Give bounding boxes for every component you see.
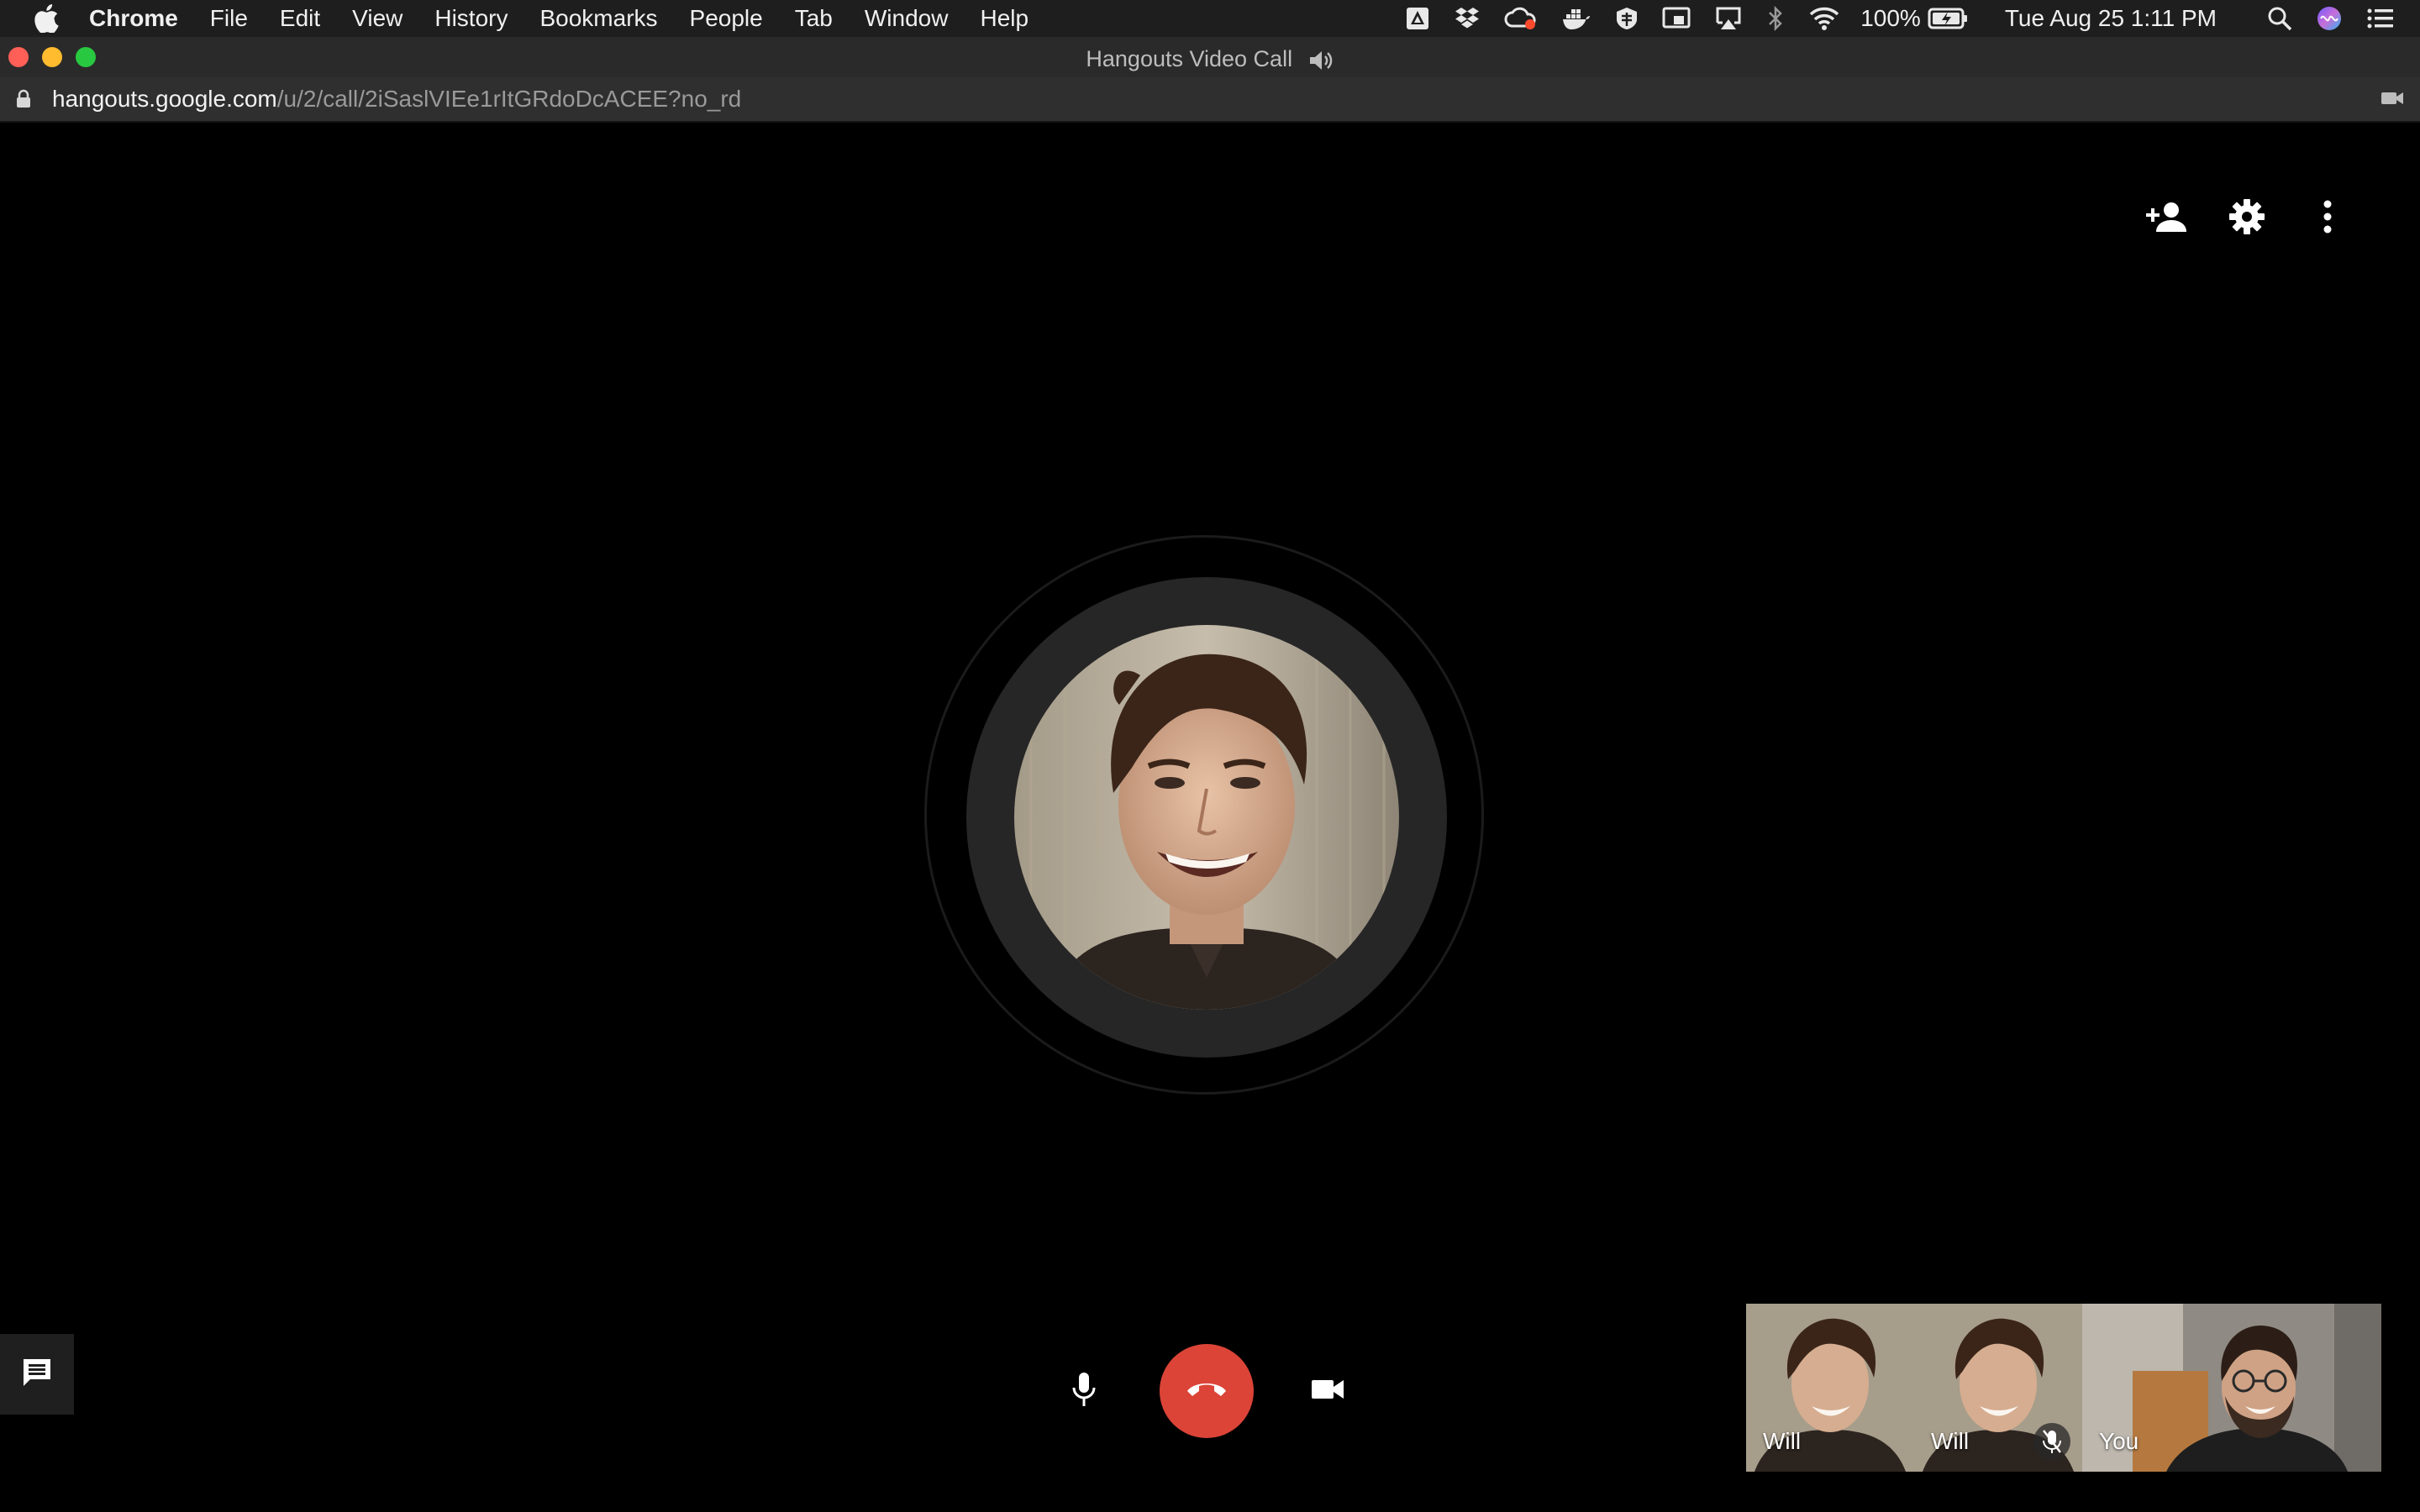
participant-tile[interactable]: Will [1746,1304,1914,1472]
video-camera-icon [1310,1377,1345,1406]
video-camera-button[interactable] [1302,1366,1353,1416]
camera-in-use-icon[interactable] [2380,87,2405,113]
participant-filmstrip: Will Will You [1746,1304,2381,1472]
docker-icon[interactable] [1561,6,1591,31]
mic-icon [1071,1371,1097,1412]
menu-bar: Chrome File Edit View History Bookmarks … [0,0,2420,37]
url-text[interactable]: hangouts.google.com/u/2/call/2iSaslVIEe1… [52,86,741,113]
participant-tile[interactable]: Will [1914,1304,2082,1472]
menu-bookmarks[interactable]: Bookmarks [539,5,657,32]
self-name: You [2099,1428,2139,1454]
menu-people[interactable]: People [690,5,763,32]
screen-mirror-icon[interactable] [1662,6,1691,31]
battery-percentage: 100% [1860,5,1921,31]
speaker-icon [1307,39,1334,79]
search-icon[interactable] [2267,6,2292,31]
call-stage: Will Will You [0,123,2420,1512]
wifi-icon[interactable] [1808,6,1840,31]
menu-edit[interactable]: Edit [280,5,320,32]
participant-name: Will [1931,1428,1970,1454]
dropbox-icon[interactable] [1454,6,1481,31]
mic-muted-icon [2033,1423,2070,1460]
more-vert-icon[interactable] [2302,192,2353,242]
siri-icon[interactable] [2316,5,2343,32]
add-person-icon[interactable] [2141,192,2191,242]
url-path: /u/2/call/2iSaslVIEe1rItGRdoDcACEE?no_rd [276,86,742,112]
notification-center-icon[interactable] [2366,7,2395,30]
creative-cloud-icon[interactable] [1504,6,1538,31]
window-title-text: Hangouts Video Call [1086,45,1293,71]
hang-up-icon [1186,1379,1228,1404]
apple-menu-icon[interactable] [34,3,64,34]
drive-icon[interactable] [1405,6,1430,31]
microphone-button[interactable] [1059,1366,1109,1416]
lock-icon[interactable] [15,89,32,109]
self-view-tile[interactable]: You [2082,1304,2381,1472]
clock[interactable]: Tue Aug 25 1:11 PM [2005,5,2217,32]
participant-name: Will [1763,1428,1802,1454]
call-top-actions [2111,192,2353,242]
window-title-bar: Hangouts Video Call [0,37,2420,78]
window-title: Hangouts Video Call [0,37,2420,77]
menu-file[interactable]: File [210,5,248,32]
app-icon[interactable] [1615,6,1639,31]
airplay-icon[interactable] [1714,6,1743,31]
menu-help[interactable]: Help [980,5,1028,32]
menu-view[interactable]: View [352,5,402,32]
battery-icon[interactable] [1928,7,1968,30]
hang-up-button[interactable] [1160,1344,1254,1438]
address-bar[interactable]: hangouts.google.com/u/2/call/2iSaslVIEe1… [0,77,2420,123]
url-domain: hangouts.google.com [52,86,277,112]
menu-window[interactable]: Window [865,5,949,32]
main-speaker-avatar [1014,625,1399,1010]
settings-icon[interactable] [2222,192,2272,242]
bluetooth-icon[interactable] [1766,6,1785,31]
menu-history[interactable]: History [434,5,508,32]
menu-app-chrome[interactable]: Chrome [89,5,178,32]
menu-tab[interactable]: Tab [795,5,833,32]
